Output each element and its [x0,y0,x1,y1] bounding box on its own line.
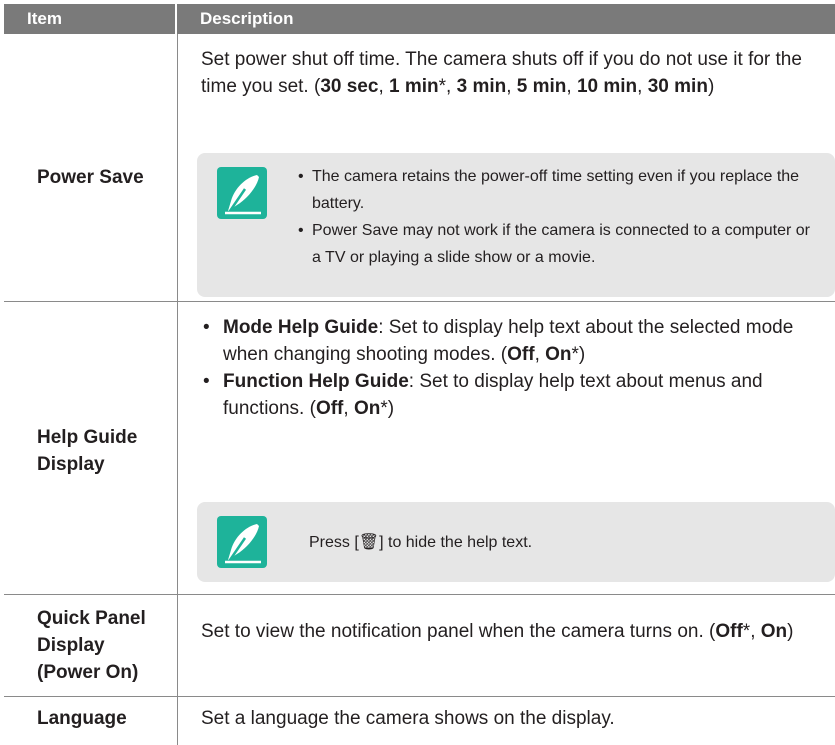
column-divider [177,302,178,594]
row-description-language: Set a language the camera shows on the d… [201,708,615,729]
table-row-help-guide: Help Guide Display • Mode Help Guide: Set… [4,302,835,595]
list-item-mode-help-guide: • Mode Help Guide: Set to display help te… [203,317,794,365]
note-text-help-guide: Press [🗑] to hide the help text. [309,534,533,551]
table-row-quick-panel: Quick Panel Display (Power On) Set to vi… [4,595,835,697]
note-box-help-guide: Press [🗑] to hide the help text. [197,502,835,582]
row-description-power-save: Set power shut off time. The camera shut… [201,49,802,97]
row-label-quick-panel: Quick Panel Display (Power On) [37,608,146,683]
table-row-language: Language Set a language the camera shows… [4,697,835,745]
note-item: • The camera retains the power-off time s… [298,168,800,212]
note-item: • Power Save may not work if the camera i… [298,222,811,266]
header-item-label: Item [27,9,62,28]
note-pen-icon [217,516,267,568]
note-list: • The camera retains the power-off time s… [298,163,823,271]
column-divider [177,595,178,696]
header-description-label: Description [200,9,294,28]
list-item-function-help-guide: • Function Help Guide: Set to display hel… [203,371,763,419]
row-label-power-save: Power Save [37,167,144,188]
table-row-power-save: Power Save Set power shut off time. The … [4,34,835,302]
table-header: Item Description [4,4,835,34]
note-box-power-save: • The camera retains the power-off time s… [197,153,835,297]
row-label-language: Language [37,708,127,729]
column-divider [177,697,178,745]
row-label-help-guide: Help Guide Display [37,427,138,475]
column-divider [177,34,178,301]
note-pen-icon [217,167,267,219]
help-guide-options: • Mode Help Guide: Set to display help te… [201,314,825,422]
settings-table: Item Description Power Save Set power sh… [4,4,835,745]
row-description-quick-panel: Set to view the notification panel when … [201,621,794,642]
